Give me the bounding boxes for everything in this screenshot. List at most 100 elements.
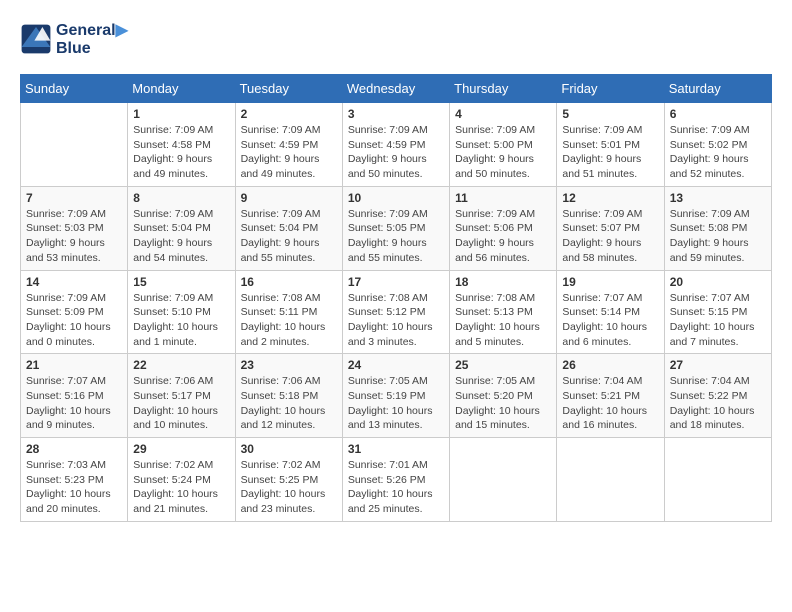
day-number: 6 xyxy=(670,107,766,121)
calendar-cell: 26 Sunrise: 7:04 AMSunset: 5:21 PMDayligh… xyxy=(557,354,664,438)
day-number: 2 xyxy=(241,107,337,121)
day-number: 25 xyxy=(455,358,551,372)
day-info: Sunrise: 7:09 AMSunset: 5:04 PMDaylight:… xyxy=(133,207,229,266)
day-info: Sunrise: 7:07 AMSunset: 5:15 PMDaylight:… xyxy=(670,291,766,350)
day-info: Sunrise: 7:09 AMSunset: 5:07 PMDaylight:… xyxy=(562,207,658,266)
day-number: 19 xyxy=(562,275,658,289)
day-info: Sunrise: 7:07 AMSunset: 5:14 PMDaylight:… xyxy=(562,291,658,350)
day-info: Sunrise: 7:08 AMSunset: 5:12 PMDaylight:… xyxy=(348,291,444,350)
calendar-cell xyxy=(21,103,128,187)
day-number: 26 xyxy=(562,358,658,372)
day-info: Sunrise: 7:08 AMSunset: 5:11 PMDaylight:… xyxy=(241,291,337,350)
header-tuesday: Tuesday xyxy=(235,75,342,103)
day-number: 29 xyxy=(133,442,229,456)
day-info: Sunrise: 7:09 AMSunset: 4:58 PMDaylight:… xyxy=(133,123,229,182)
day-info: Sunrise: 7:09 AMSunset: 5:04 PMDaylight:… xyxy=(241,207,337,266)
day-number: 5 xyxy=(562,107,658,121)
day-number: 14 xyxy=(26,275,122,289)
calendar-cell: 12 Sunrise: 7:09 AMSunset: 5:07 PMDayligh… xyxy=(557,186,664,270)
calendar-cell: 13 Sunrise: 7:09 AMSunset: 5:08 PMDayligh… xyxy=(664,186,771,270)
day-info: Sunrise: 7:06 AMSunset: 5:18 PMDaylight:… xyxy=(241,374,337,433)
calendar-cell xyxy=(450,438,557,522)
day-number: 10 xyxy=(348,191,444,205)
calendar-cell xyxy=(664,438,771,522)
calendar-cell: 30Sunrise: 7:02 AMSunset: 5:25 PMDayligh… xyxy=(235,438,342,522)
day-info: Sunrise: 7:09 AMSunset: 5:05 PMDaylight:… xyxy=(348,207,444,266)
week-row-1: 1 Sunrise: 7:09 AMSunset: 4:58 PMDaylight… xyxy=(21,103,772,187)
week-row-3: 14 Sunrise: 7:09 AMSunset: 5:09 PMDayligh… xyxy=(21,270,772,354)
header-sunday: Sunday xyxy=(21,75,128,103)
calendar-cell: 19 Sunrise: 7:07 AMSunset: 5:14 PMDayligh… xyxy=(557,270,664,354)
header-saturday: Saturday xyxy=(664,75,771,103)
day-number: 17 xyxy=(348,275,444,289)
day-number: 3 xyxy=(348,107,444,121)
day-number: 12 xyxy=(562,191,658,205)
day-number: 13 xyxy=(670,191,766,205)
day-info: Sunrise: 7:03 AMSunset: 5:23 PMDaylight:… xyxy=(26,458,122,517)
day-info: Sunrise: 7:01 AMSunset: 5:26 PMDaylight:… xyxy=(348,458,444,517)
day-info: Sunrise: 7:07 AMSunset: 5:16 PMDaylight:… xyxy=(26,374,122,433)
calendar-header-row: SundayMondayTuesdayWednesdayThursdayFrid… xyxy=(21,75,772,103)
day-number: 11 xyxy=(455,191,551,205)
week-row-2: 7Sunrise: 7:09 AMSunset: 5:03 PMDaylight… xyxy=(21,186,772,270)
day-info: Sunrise: 7:09 AMSunset: 5:01 PMDaylight:… xyxy=(562,123,658,182)
calendar-cell: 1 Sunrise: 7:09 AMSunset: 4:58 PMDaylight… xyxy=(128,103,235,187)
day-info: Sunrise: 7:09 AMSunset: 5:08 PMDaylight:… xyxy=(670,207,766,266)
day-number: 31 xyxy=(348,442,444,456)
day-info: Sunrise: 7:04 AMSunset: 5:22 PMDaylight:… xyxy=(670,374,766,433)
day-number: 23 xyxy=(241,358,337,372)
calendar-cell: 15Sunrise: 7:09 AMSunset: 5:10 PMDayligh… xyxy=(128,270,235,354)
calendar-cell xyxy=(557,438,664,522)
calendar-cell: 28Sunrise: 7:03 AMSunset: 5:23 PMDayligh… xyxy=(21,438,128,522)
calendar-cell: 16 Sunrise: 7:08 AMSunset: 5:11 PMDayligh… xyxy=(235,270,342,354)
day-info: Sunrise: 7:05 AMSunset: 5:19 PMDaylight:… xyxy=(348,374,444,433)
header-thursday: Thursday xyxy=(450,75,557,103)
calendar-cell: 11 Sunrise: 7:09 AMSunset: 5:06 PMDayligh… xyxy=(450,186,557,270)
calendar-cell: 21 Sunrise: 7:07 AMSunset: 5:16 PMDayligh… xyxy=(21,354,128,438)
day-number: 15 xyxy=(133,275,229,289)
header-wednesday: Wednesday xyxy=(342,75,449,103)
calendar-table: SundayMondayTuesdayWednesdayThursdayFrid… xyxy=(20,74,772,522)
calendar-cell: 24 Sunrise: 7:05 AMSunset: 5:19 PMDayligh… xyxy=(342,354,449,438)
day-number: 21 xyxy=(26,358,122,372)
calendar-cell: 14 Sunrise: 7:09 AMSunset: 5:09 PMDayligh… xyxy=(21,270,128,354)
calendar-cell: 6 Sunrise: 7:09 AMSunset: 5:02 PMDaylight… xyxy=(664,103,771,187)
calendar-cell: 25 Sunrise: 7:05 AMSunset: 5:20 PMDayligh… xyxy=(450,354,557,438)
day-info: Sunrise: 7:09 AMSunset: 5:02 PMDaylight:… xyxy=(670,123,766,182)
day-info: Sunrise: 7:09 AMSunset: 5:09 PMDaylight:… xyxy=(26,291,122,350)
day-info: Sunrise: 7:09 AMSunset: 5:06 PMDaylight:… xyxy=(455,207,551,266)
calendar-cell: 18 Sunrise: 7:08 AMSunset: 5:13 PMDayligh… xyxy=(450,270,557,354)
header-monday: Monday xyxy=(128,75,235,103)
day-number: 4 xyxy=(455,107,551,121)
calendar-cell: 5 Sunrise: 7:09 AMSunset: 5:01 PMDaylight… xyxy=(557,103,664,187)
day-info: Sunrise: 7:04 AMSunset: 5:21 PMDaylight:… xyxy=(562,374,658,433)
day-number: 24 xyxy=(348,358,444,372)
day-info: Sunrise: 7:09 AMSunset: 5:00 PMDaylight:… xyxy=(455,123,551,182)
logo-text: General▶ Blue xyxy=(56,20,128,58)
day-info: Sunrise: 7:05 AMSunset: 5:20 PMDaylight:… xyxy=(455,374,551,433)
calendar-cell: 22 Sunrise: 7:06 AMSunset: 5:17 PMDayligh… xyxy=(128,354,235,438)
calendar-cell: 3Sunrise: 7:09 AMSunset: 4:59 PMDaylight… xyxy=(342,103,449,187)
calendar-cell: 27 Sunrise: 7:04 AMSunset: 5:22 PMDayligh… xyxy=(664,354,771,438)
calendar-cell: 8 Sunrise: 7:09 AMSunset: 5:04 PMDaylight… xyxy=(128,186,235,270)
day-number: 1 xyxy=(133,107,229,121)
day-info: Sunrise: 7:02 AMSunset: 5:24 PMDaylight:… xyxy=(133,458,229,517)
calendar-cell: 29 Sunrise: 7:02 AMSunset: 5:24 PMDayligh… xyxy=(128,438,235,522)
day-number: 7 xyxy=(26,191,122,205)
day-info: Sunrise: 7:09 AMSunset: 4:59 PMDaylight:… xyxy=(241,123,337,182)
day-number: 18 xyxy=(455,275,551,289)
day-info: Sunrise: 7:08 AMSunset: 5:13 PMDaylight:… xyxy=(455,291,551,350)
day-number: 9 xyxy=(241,191,337,205)
calendar-cell: 17 Sunrise: 7:08 AMSunset: 5:12 PMDayligh… xyxy=(342,270,449,354)
day-number: 20 xyxy=(670,275,766,289)
header-friday: Friday xyxy=(557,75,664,103)
calendar-cell: 23 Sunrise: 7:06 AMSunset: 5:18 PMDayligh… xyxy=(235,354,342,438)
page-header: General▶ Blue xyxy=(20,20,772,58)
day-number: 22 xyxy=(133,358,229,372)
calendar-cell: 31 Sunrise: 7:01 AMSunset: 5:26 PMDayligh… xyxy=(342,438,449,522)
day-number: 16 xyxy=(241,275,337,289)
day-number: 8 xyxy=(133,191,229,205)
day-number: 27 xyxy=(670,358,766,372)
day-number: 30 xyxy=(241,442,337,456)
day-info: Sunrise: 7:06 AMSunset: 5:17 PMDaylight:… xyxy=(133,374,229,433)
